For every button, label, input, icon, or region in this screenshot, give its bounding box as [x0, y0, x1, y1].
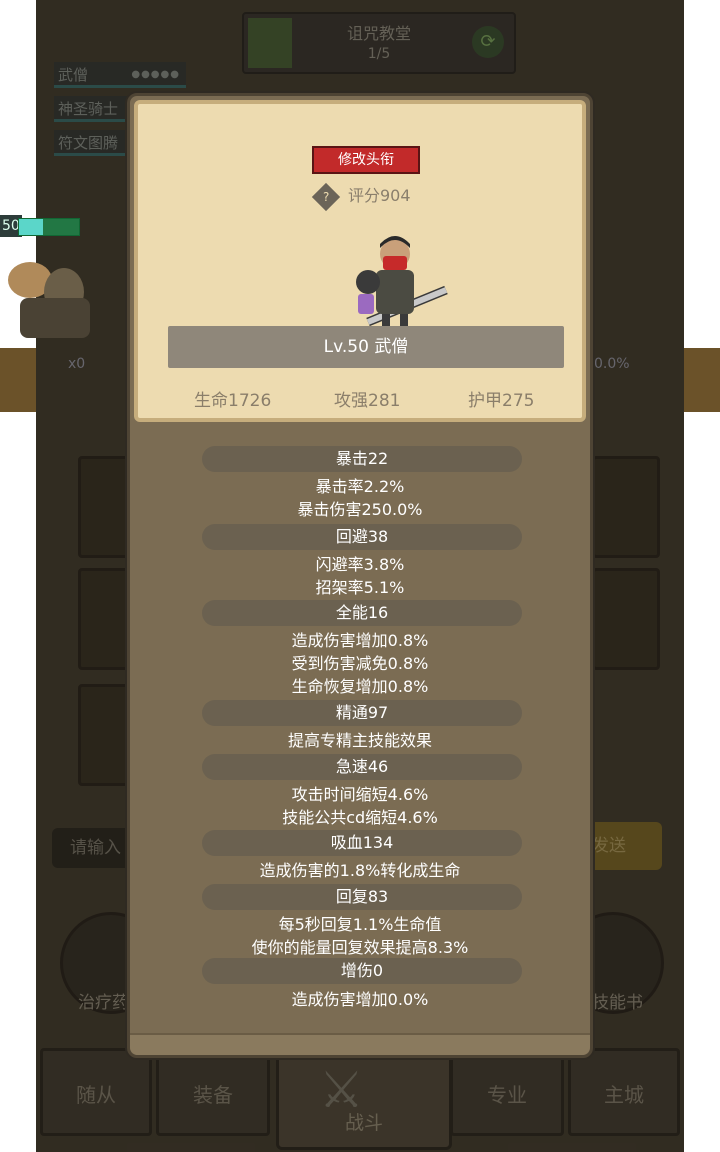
monk-character-icon	[356, 236, 448, 330]
stat-header-haste: 急速46	[202, 754, 522, 780]
hp-stat: 生命1726	[194, 391, 272, 411]
stat-header-versatility: 全能16	[202, 600, 522, 626]
stat-header-dodge: 回避38	[202, 524, 522, 550]
stat-line: 暴击率2.2%	[315, 477, 405, 496]
stat-line: 使你的能量回复效果提高8.3%	[251, 938, 469, 957]
stat-header-leech: 吸血134	[202, 830, 522, 856]
stat-line: 招架率5.1%	[315, 578, 405, 597]
hp-bar-fill	[19, 219, 43, 235]
character-card: 修改头衔 ? 评分904 Lv.50 武僧 生命1726 攻强281 护甲275	[134, 100, 586, 422]
hp-bar	[18, 218, 80, 236]
ground-left-edge	[0, 348, 36, 412]
stat-line: 攻击时间缩短4.6%	[291, 785, 429, 804]
stat-line: 生命恢复增加0.8%	[291, 677, 429, 696]
armor-stat: 护甲275	[468, 391, 535, 411]
stat-line: 受到伤害减免0.8%	[291, 654, 429, 673]
stat-line: 提高专精主技能效果	[287, 731, 432, 750]
stat-header-crit: 暴击22	[202, 446, 522, 472]
level-name-bar: Lv.50 武僧	[168, 326, 564, 368]
edit-title-button[interactable]: 修改头衔	[312, 146, 420, 174]
stat-line: 造成伤害增加0.0%	[291, 990, 429, 1009]
stat-line: 造成伤害增加0.8%	[291, 631, 429, 650]
stat-line: 暴击伤害250.0%	[297, 500, 423, 519]
stat-line: 闪避率3.8%	[315, 555, 405, 574]
score-value: 评分904	[348, 186, 411, 205]
help-icon[interactable]: ?	[311, 182, 341, 212]
attack-stat: 攻强281	[334, 391, 401, 411]
stat-header-regen: 回复83	[202, 884, 522, 910]
score-row: ? 评分904	[311, 182, 411, 212]
stat-line: 造成伤害的1.8%转化成生命	[259, 861, 461, 880]
stat-line: 技能公共cd缩短4.6%	[282, 808, 438, 827]
stat-header-dmg-bonus: 增伤0	[202, 958, 522, 984]
stat-header-mastery: 精通97	[202, 700, 522, 726]
stat-line: 每5秒回复1.1%生命值	[278, 915, 442, 934]
battle-hero-sprite	[8, 262, 90, 338]
ground-right-edge	[684, 348, 720, 412]
character-stats-modal: 修改头衔 ? 评分904 Lv.50 武僧 生命1726 攻强281 护甲275 …	[127, 93, 593, 1058]
